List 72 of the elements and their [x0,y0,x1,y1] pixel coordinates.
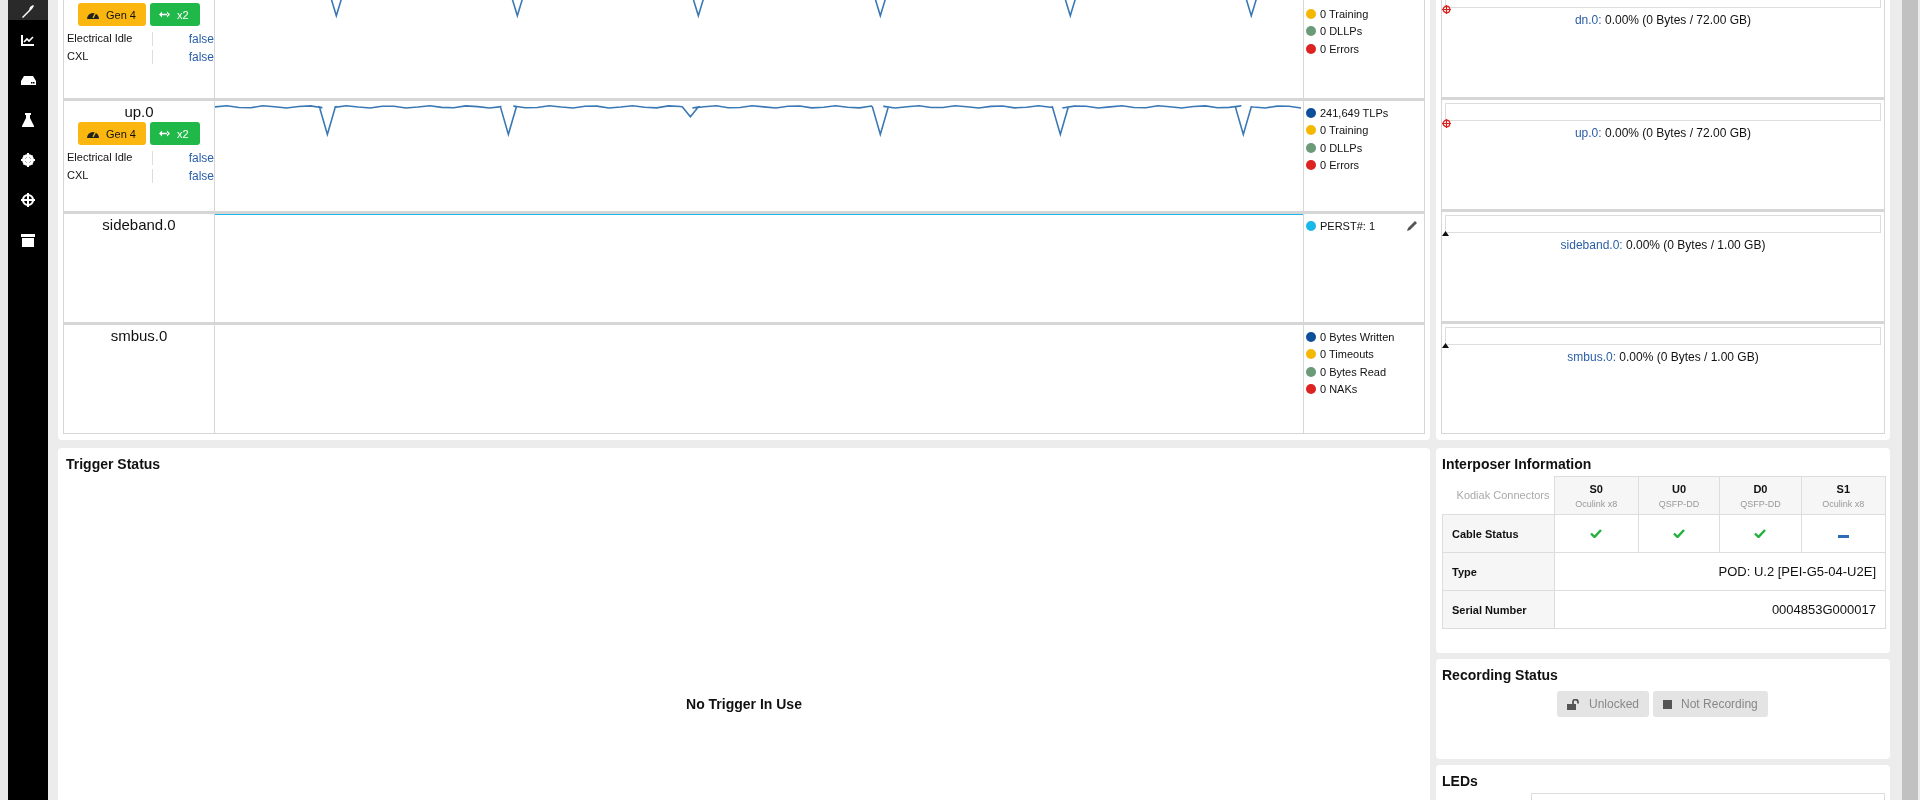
panel-title: Recording Status [1442,666,1559,685]
lane-name: up.0 [123,103,155,120]
property-value: false [187,151,214,165]
connector-header: U0 QSFP-DD [1638,476,1720,515]
flask-icon [22,113,34,127]
buffer-usage-text: dn.0: 0.00% (0 Bytes / 72.00 GB) [1573,13,1753,27]
legend-label: 0 Training [1320,124,1369,137]
property-value: false [187,169,214,183]
legend-label: 0 DLLPs [1320,141,1363,154]
table-cell: 0004853G000017 [1554,590,1886,629]
lane-name: sideband.0 [101,216,177,233]
legend-label: PERST#: 1 [1320,219,1376,232]
unlocked-icon [1567,698,1580,710]
pencil-icon[interactable] [1407,220,1418,232]
legend-label: 241,649 TLPs [1320,106,1389,119]
stop-icon [1663,699,1673,709]
double-arrow-icon [159,11,170,18]
property-label: Electrical Idle [67,151,153,165]
drive-icon [20,74,36,86]
crosshair-icon [1442,119,1451,129]
connector-header: S0 Oculink x8 [1554,476,1639,515]
legend-label: 0 NAKs [1320,383,1358,396]
lane-name: smbus.0 [109,327,169,344]
link-speed-badge: Gen 4 [78,122,146,145]
double-arrow-icon [159,130,170,137]
triangle-icon [1442,231,1449,237]
triangle-icon [1442,343,1449,349]
recording-button[interactable]: Not Recording [1653,691,1768,717]
row-label: Type [1442,552,1554,591]
link-speed-badge: Gen 4 [78,3,146,26]
checkmark-icon [1590,528,1603,538]
wrench-icon [21,4,35,18]
panel-title: LEDs [1442,772,1479,791]
crosshair-icon [21,193,35,207]
connector-header: D0 QSFP-DD [1719,476,1802,515]
trigger-message: No Trigger In Use [685,696,803,712]
legend-label: 0 DLLPs [1320,25,1363,38]
buffer-usage-text: up.0: 0.00% (0 Bytes / 72.00 GB) [1573,126,1753,141]
link-width-badge: x2 [150,122,200,145]
property-value: false [187,50,214,64]
dash-icon [1837,534,1849,538]
legend-label: 0 Training [1320,7,1369,20]
table-corner-label: Kodiak Connectors [1442,476,1554,515]
legend-label: 0 Errors [1320,42,1360,55]
legend-label: 0 Bytes Written [1320,330,1395,343]
settings-icon [21,153,35,167]
legend-label: 0 Bytes Read [1320,365,1387,378]
gauge-icon [87,129,99,138]
buffer-usage-text: sideband.0: 0.00% (0 Bytes / 1.00 GB) [1559,238,1767,253]
crosshair-icon [1442,5,1451,14]
property-label: Electrical Idle [67,32,153,46]
sidebar-item[interactable] [8,0,48,20]
checkmark-icon [1754,528,1767,538]
table-cell: POD: U.2 [PEI-G5-04-U2E] [1554,552,1886,591]
row-label: Serial Number [1442,590,1554,629]
lock-status-button[interactable]: Unlocked [1557,691,1650,717]
row-label: Cable Status [1442,514,1554,553]
connector-header: S1 Oculink x8 [1801,476,1886,515]
property-value: false [187,32,214,46]
line-chart-icon [21,34,35,46]
archive-icon [21,233,35,247]
gauge-icon [87,10,99,19]
panel-title: Trigger Status [66,455,162,474]
scrollbar[interactable] [1902,0,1918,800]
link-width-badge: x2 [150,3,200,26]
legend-label: 0 Timeouts [1320,348,1374,361]
property-label: CXL [67,169,153,183]
legend-label: 0 Errors [1320,159,1360,172]
panel-title: Interposer Information [1442,455,1593,474]
buffer-usage-text: smbus.0: 0.00% (0 Bytes / 1.00 GB) [1566,350,1760,365]
checkmark-icon [1673,528,1686,538]
property-label: CXL [67,50,153,64]
